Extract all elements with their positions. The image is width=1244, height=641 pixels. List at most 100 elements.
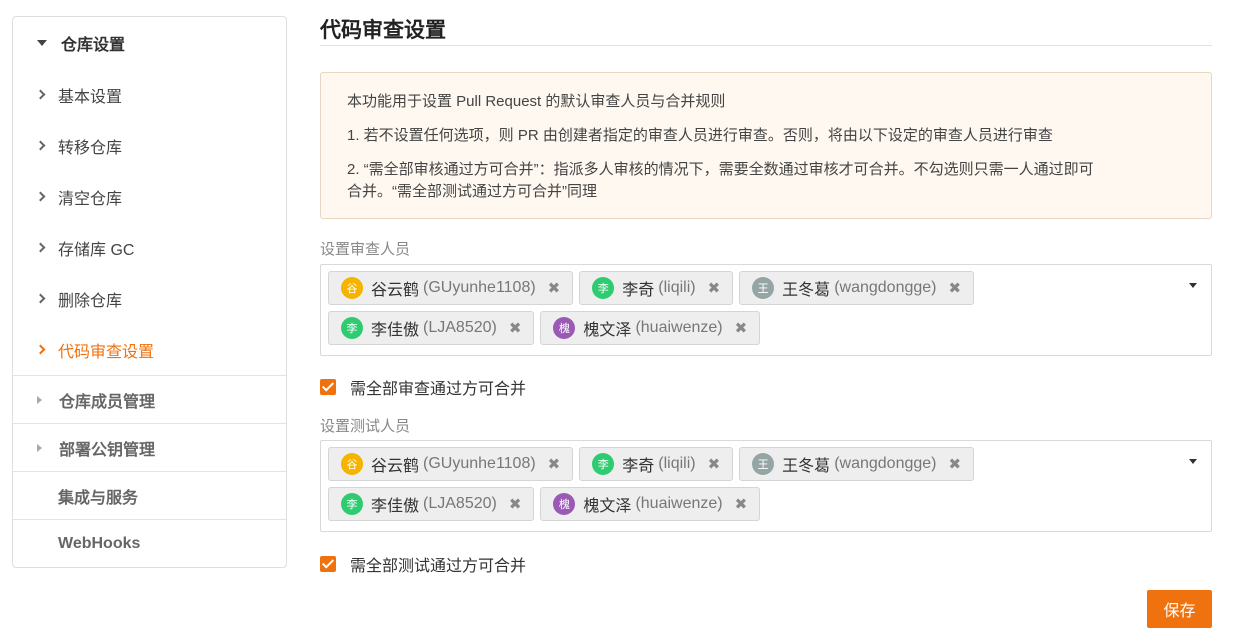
- user-name: 槐文泽: [583, 322, 632, 339]
- user-username: (huaiwenze): [635, 319, 723, 336]
- remove-icon[interactable]: ✖: [948, 279, 961, 297]
- remove-icon[interactable]: ✖: [548, 279, 561, 297]
- user-name: 李奇: [622, 282, 655, 299]
- user-username: (wangdongge): [834, 455, 937, 472]
- remove-icon[interactable]: ✖: [948, 455, 961, 473]
- dropdown-caret-icon[interactable]: [1189, 283, 1197, 288]
- reviewers-require-all[interactable]: 需全部审查通过方可合并: [320, 375, 526, 399]
- avatar: 李: [592, 277, 615, 299]
- notice-line-rule-1: 1. 若不设置任何选项，则 PR 由创建者指定的审查人员进行审查。否则，将由以下…: [347, 127, 1053, 144]
- testers-require-all[interactable]: 需全部测试通过方可合并: [320, 552, 526, 576]
- save-button[interactable]: 保存: [1147, 590, 1212, 628]
- caret-right-icon: [37, 395, 42, 404]
- avatar: 槐: [553, 493, 576, 515]
- sidebar-section-members[interactable]: 仓库成员管理: [13, 375, 286, 423]
- remove-icon[interactable]: ✖: [735, 319, 748, 337]
- user-name: 李奇: [622, 458, 655, 475]
- user-name: 王冬葛: [782, 458, 831, 475]
- avatar: 王: [752, 277, 775, 299]
- user-name: 王冬葛: [782, 282, 831, 299]
- sidebar-group-repo-settings[interactable]: 仓库设置: [13, 17, 286, 69]
- testers-label: 设置测试人员: [320, 418, 411, 435]
- reviewers-require-all-label: 需全部审查通过方可合并: [350, 381, 527, 398]
- chevron-right-icon: [35, 293, 46, 304]
- sidebar-section-integrations[interactable]: 集成与服务: [13, 471, 286, 519]
- user-tag: 槐槐文泽 (huaiwenze) ✖: [540, 487, 761, 521]
- sidebar-section-webhooks[interactable]: WebHooks: [13, 519, 286, 567]
- page-title: 代码审查设置: [320, 19, 446, 42]
- user-username: (liqili): [658, 455, 696, 472]
- testers-require-all-checkbox[interactable]: [320, 556, 336, 572]
- reviewers-tag-list: 谷谷云鹤 (GUyunhe1108) ✖ 李李奇 (liqili) ✖ 王王冬葛 (wangd…: [328, 271, 1171, 351]
- user-username: (huaiwenze): [635, 495, 723, 512]
- sidebar-item-repo-gc[interactable]: 存储库 GC: [13, 222, 286, 273]
- remove-icon[interactable]: ✖: [509, 495, 522, 513]
- avatar: 李: [341, 493, 363, 515]
- sidebar-item-label: 删除仓库: [58, 292, 123, 310]
- user-name: 李佳傲: [371, 322, 420, 339]
- user-tag: 李李奇 (liqili) ✖: [579, 447, 734, 481]
- user-name: 槐文泽: [583, 498, 632, 515]
- sidebar-section-label: 集成与服务: [58, 489, 139, 507]
- notice-line-rule-2: 2. “需全部审核通过方可合并”：指派多人审核的情况下，需要全数通过审核才可合并…: [347, 159, 1185, 203]
- notice-line-rule-2a: 2. “需全部审核通过方可合并”：指派多人审核的情况下，需要全数通过审核才可合并…: [347, 161, 1094, 178]
- user-username: (liqili): [658, 279, 696, 296]
- chevron-right-icon: [35, 140, 46, 151]
- sidebar-section-label: 仓库成员管理: [59, 393, 156, 411]
- user-username: (GUyunhe1108): [423, 455, 536, 472]
- remove-icon[interactable]: ✖: [735, 495, 748, 513]
- notice-line-intro: 本功能用于设置 Pull Request 的默认审查人员与合并规则: [347, 93, 726, 110]
- remove-icon[interactable]: ✖: [708, 455, 721, 473]
- title-divider: [320, 45, 1212, 46]
- testers-tag-list: 谷谷云鹤 (GUyunhe1108) ✖ 李李奇 (liqili) ✖ 王王冬葛 (wangd…: [328, 447, 1171, 527]
- sidebar-item-basic-settings[interactable]: 基本设置: [13, 69, 286, 120]
- remove-icon[interactable]: ✖: [509, 319, 522, 337]
- user-tag: 李李奇 (liqili) ✖: [579, 271, 734, 305]
- avatar: 李: [341, 317, 363, 339]
- avatar: 槐: [553, 317, 576, 339]
- caret-right-icon: [37, 443, 42, 452]
- sidebar-item-label: 代码审查设置: [58, 343, 155, 361]
- avatar: 王: [752, 453, 775, 475]
- testers-require-all-label: 需全部测试通过方可合并: [350, 558, 527, 575]
- sidebar-item-label: 基本设置: [58, 88, 123, 106]
- user-tag: 李李佳傲 (LJA8520) ✖: [328, 487, 535, 521]
- settings-sidebar: 仓库设置 基本设置 转移仓库 清空仓库 存储库 GC 删除仓库 代码审查设置 仓…: [12, 16, 287, 568]
- sidebar-item-label: 清空仓库: [58, 190, 123, 208]
- reviewers-select[interactable]: 谷谷云鹤 (GUyunhe1108) ✖ 李李奇 (liqili) ✖ 王王冬葛 (wangd…: [320, 264, 1212, 356]
- user-tag: 谷谷云鹤 (GUyunhe1108) ✖: [328, 447, 574, 481]
- remove-icon[interactable]: ✖: [548, 455, 561, 473]
- testers-select[interactable]: 谷谷云鹤 (GUyunhe1108) ✖ 李李奇 (liqili) ✖ 王王冬葛 (wangd…: [320, 440, 1212, 532]
- avatar: 谷: [341, 453, 363, 475]
- user-tag: 槐槐文泽 (huaiwenze) ✖: [540, 311, 761, 345]
- reviewers-require-all-checkbox[interactable]: [320, 379, 336, 395]
- user-name: 谷云鹤: [371, 282, 420, 299]
- user-name: 谷云鹤: [371, 458, 420, 475]
- user-tag: 王王冬葛 (wangdongge) ✖: [739, 447, 975, 481]
- user-username: (GUyunhe1108): [423, 279, 536, 296]
- user-username: (wangdongge): [834, 279, 937, 296]
- sidebar-section-label: WebHooks: [58, 534, 141, 552]
- sidebar-item-label: 存储库 GC: [58, 241, 135, 259]
- sidebar-item-clear-repo[interactable]: 清空仓库: [13, 171, 286, 222]
- sidebar-item-delete-repo[interactable]: 删除仓库: [13, 273, 286, 324]
- user-username: (LJA8520): [423, 495, 497, 512]
- sidebar-item-transfer-repo[interactable]: 转移仓库: [13, 120, 286, 171]
- chevron-right-icon: [35, 191, 46, 202]
- sidebar-item-code-review-settings[interactable]: 代码审查设置: [13, 324, 286, 375]
- remove-icon[interactable]: ✖: [708, 279, 721, 297]
- sidebar-section-label: 部署公钥管理: [59, 441, 156, 459]
- dropdown-caret-icon[interactable]: [1189, 459, 1197, 464]
- user-name: 李佳傲: [371, 498, 420, 515]
- info-notice: 本功能用于设置 Pull Request 的默认审查人员与合并规则 1. 若不设…: [320, 72, 1212, 219]
- sidebar-group-label: 仓库设置: [61, 37, 126, 54]
- caret-down-icon: [37, 40, 47, 46]
- avatar: 李: [592, 453, 615, 475]
- user-tag: 王王冬葛 (wangdongge) ✖: [739, 271, 975, 305]
- chevron-right-icon: [35, 242, 46, 253]
- chevron-right-icon: [35, 344, 46, 355]
- user-tag: 谷谷云鹤 (GUyunhe1108) ✖: [328, 271, 574, 305]
- user-tag: 李李佳傲 (LJA8520) ✖: [328, 311, 535, 345]
- sidebar-section-deploy-keys[interactable]: 部署公钥管理: [13, 423, 286, 471]
- notice-line-rule-2b: 合并。“需全部测试通过方可合并”同理: [347, 183, 597, 200]
